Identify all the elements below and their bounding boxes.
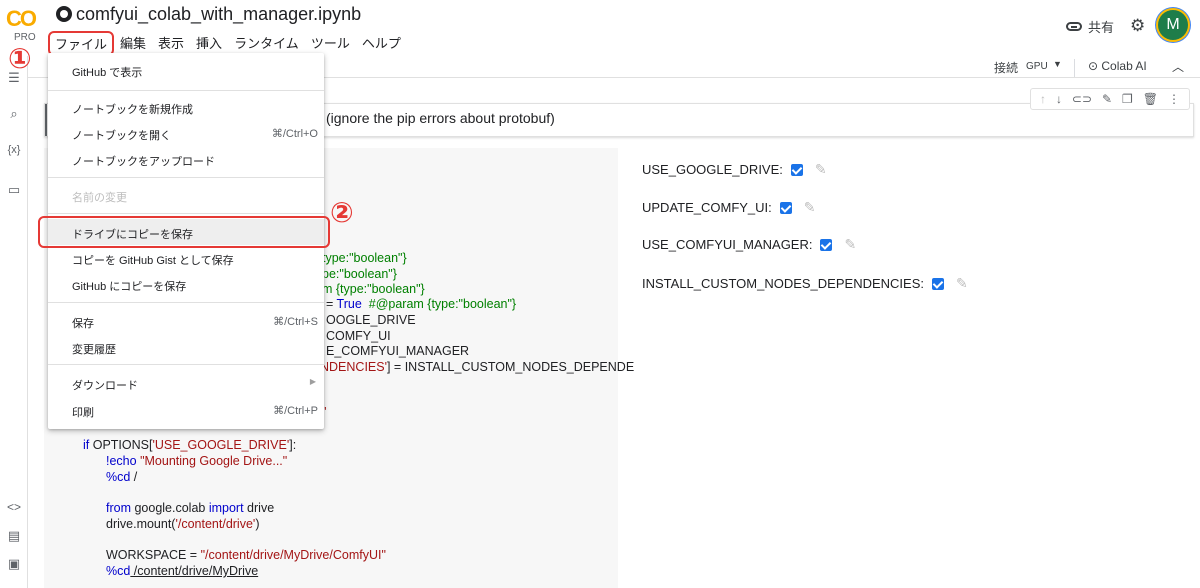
github-icon — [56, 6, 72, 22]
menu-item-new-notebook[interactable]: ノートブックを新規作成 — [48, 94, 324, 120]
terminal-icon[interactable]: ▣ — [5, 556, 23, 572]
form-field-label: INSTALL_CUSTOM_NODES_DEPENDENCIES: — [642, 276, 924, 291]
form-field-install-custom-nodes-dependencies: INSTALL_CUSTOM_NODES_DEPENDENCIES: ✎ — [642, 275, 968, 292]
share-button[interactable]: 共有 — [1066, 17, 1114, 36]
colab-logo[interactable]: CO PRO — [6, 4, 42, 44]
move-up-icon[interactable]: ↑ — [1040, 92, 1046, 106]
code-line: = True #@param {type:"boolean"} — [326, 297, 517, 311]
pencil-icon[interactable]: ✎ — [844, 236, 856, 253]
cell-toolbar: ↑ ↓ ⊂⊃ ✎ ❐ 🗑 ⋮ — [1030, 88, 1190, 110]
move-down-icon[interactable]: ↓ — [1056, 92, 1062, 106]
menu-item-open-notebook[interactable]: ノートブックを開く ⌘/Ctrl+O — [48, 120, 324, 146]
command-palette-icon[interactable]: ▤ — [5, 528, 23, 544]
gpu-label[interactable]: GPU — [1026, 61, 1048, 72]
code-line: if OPTIONS['USE_GOOGLE_DRIVE']: — [83, 438, 297, 452]
left-rail: ☰ ⌕ {x} ▭ <> ▤ ▣ — [0, 56, 28, 588]
colab-logo-mark: CO — [6, 6, 37, 31]
code-line: m {type:"boolean"} — [322, 282, 425, 296]
code-line: %cd / — [106, 470, 138, 484]
share-label: 共有 — [1088, 20, 1115, 35]
code-snippets-icon[interactable]: <> — [5, 500, 23, 514]
menu-item-save-copy-to-drive[interactable]: ドライブにコピーを保存 — [38, 216, 330, 248]
form-field-use-comfyui-manager: USE_COMFYUI_MANAGER: ✎ — [642, 236, 856, 253]
more-icon[interactable]: ⋮ — [1168, 92, 1180, 106]
menu-item-view-on-github[interactable]: GitHub で表示 — [48, 57, 324, 83]
menu-divider — [48, 364, 324, 365]
link-cell-icon[interactable]: ⊂⊃ — [1072, 92, 1092, 106]
code-line: E_COMFYUI_MANAGER — [326, 344, 470, 358]
menu-item-rename: 名前の変更 — [72, 192, 127, 204]
chevron-up-icon[interactable]: ︿ — [1172, 58, 1184, 75]
pencil-icon[interactable]: ✎ — [956, 275, 968, 292]
connect-button[interactable]: 接続 — [994, 59, 1018, 76]
cell-focus-bar — [45, 104, 47, 136]
highlight-box — [38, 216, 330, 248]
checkbox[interactable] — [931, 277, 944, 290]
form-field-label: USE_COMFYUI_MANAGER: — [642, 237, 813, 252]
menu-item-save-copy-to-github[interactable]: GitHub にコピーを保存 — [48, 271, 324, 297]
code-line: type:"boolean"} — [322, 251, 407, 265]
form-field-update-comfy-ui: UPDATE_COMFY_UI: ✎ — [642, 199, 816, 216]
code-line: OOGLE_DRIVE — [326, 313, 416, 327]
code-line: WORKSPACE = "/content/drive/MyDrive/Comf… — [106, 548, 386, 562]
code-line: %cd /content/drive/MyDrive — [106, 564, 259, 578]
folder-icon[interactable]: ▭ — [5, 182, 23, 198]
variables-icon[interactable]: {x} — [5, 144, 23, 156]
code-line: pe:"boolean"} — [322, 267, 397, 281]
pencil-icon[interactable]: ✎ — [804, 199, 816, 216]
menu-divider — [48, 90, 324, 91]
menu-item-revision-history[interactable]: 変更履歴 — [48, 334, 324, 360]
step-marker-2: ② — [330, 197, 354, 228]
mirror-cell-icon[interactable]: ❐ — [1122, 92, 1133, 106]
checkbox[interactable] — [790, 163, 803, 176]
form-field-use-google-drive: USE_GOOGLE_DRIVE: ✎ — [642, 161, 827, 178]
checkbox[interactable] — [779, 201, 792, 214]
code-line: drive.mount('/content/drive') — [106, 517, 260, 531]
avatar[interactable]: M — [1158, 10, 1188, 40]
code-line: from google.colab import drive — [106, 501, 275, 515]
checkbox[interactable] — [820, 238, 833, 251]
code-line: COMFY_UI — [326, 329, 391, 343]
form-field-label: USE_GOOGLE_DRIVE: — [642, 162, 783, 177]
colab-ai-button[interactable]: ⊙ Colab AI — [1088, 59, 1147, 73]
menu-divider — [48, 302, 324, 303]
file-menu-dropdown: GitHub で表示 ノートブックを新規作成 ノートブックを開く ⌘/Ctrl+O… — [38, 53, 330, 429]
markdown-cell-text: (ignore the pip errors about protobuf) — [326, 110, 555, 126]
delete-icon[interactable]: 🗑 — [1143, 92, 1158, 106]
menu-help[interactable]: ヘルプ — [356, 31, 407, 56]
pencil-icon[interactable]: ✎ — [815, 161, 827, 178]
menu-item-print[interactable]: 印刷 ⌘/Ctrl+P — [48, 397, 324, 423]
menu-divider — [48, 213, 324, 214]
menu-item-upload-notebook[interactable]: ノートブックをアップロード — [48, 146, 324, 172]
code-line: NDENCIES'] = INSTALL_CUSTOM_NODES_DEPEND… — [320, 360, 635, 374]
menu-divider — [48, 177, 324, 178]
app-header: CO PRO comfyui_colab_with_manager.ipynb … — [0, 0, 1200, 56]
menu-item-save[interactable]: 保存 ⌘/Ctrl+S — [48, 308, 324, 334]
edit-icon[interactable]: ✎ — [1102, 92, 1112, 106]
form-field-label: UPDATE_COMFY_UI: — [642, 200, 772, 215]
colab-ai-label: Colab AI — [1101, 59, 1147, 73]
notebook-title[interactable]: comfyui_colab_with_manager.ipynb — [76, 4, 361, 25]
code-line: !echo "Mounting Google Drive..." — [106, 454, 288, 468]
toolbar-divider — [1074, 59, 1075, 77]
gear-icon[interactable]: ⚙ — [1130, 16, 1145, 36]
link-icon — [1066, 22, 1082, 31]
menu-item-download[interactable]: ダウンロード ▶ — [48, 370, 324, 396]
chevron-right-icon: ▶ — [309, 377, 316, 386]
menu-item-save-copy-as-gist[interactable]: コピーを GitHub Gist として保存 — [48, 245, 324, 271]
step-marker-1: ① — [8, 43, 32, 74]
search-icon[interactable]: ⌕ — [5, 106, 23, 122]
caret-down-icon[interactable]: ▼ — [1053, 59, 1062, 69]
